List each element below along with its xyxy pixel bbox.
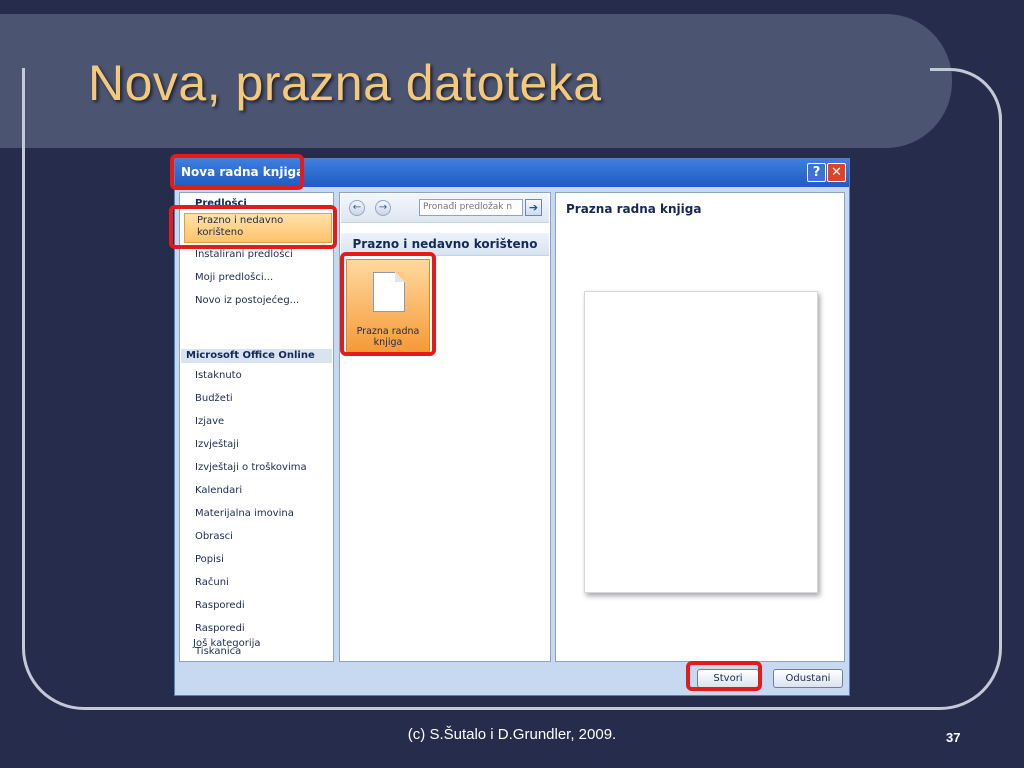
forward-arrow-icon[interactable]: → — [375, 200, 391, 216]
category-item[interactable]: Popisi — [180, 553, 333, 567]
template-toolbar: ← → Pronađi predložak n ➔ — [341, 194, 549, 223]
cancel-button[interactable]: Odustani — [773, 669, 843, 688]
category-item[interactable]: Materijalna imovina — [180, 507, 333, 521]
template-search-input[interactable]: Pronađi predložak n — [419, 199, 523, 216]
category-installed[interactable]: Instalirani predlošci — [180, 248, 333, 262]
category-new-from-existing[interactable]: Novo iz postojećeg... — [180, 294, 333, 308]
category-item[interactable]: Rasporedi — [180, 622, 333, 636]
preview-panel: Prazna radna knjiga — [555, 192, 845, 662]
page-number: 37 — [946, 730, 961, 745]
category-item[interactable]: Izvještaji — [180, 438, 333, 452]
category-item[interactable]: Budžeti — [180, 392, 333, 406]
category-panel: Predlošci Prazno i nedavno korišteno Ins… — [179, 192, 334, 662]
highlight-blank-tile — [340, 252, 436, 356]
workbook-preview — [584, 291, 818, 593]
preview-title: Prazna radna knjiga — [566, 202, 702, 216]
category-item[interactable]: Izvještaji o troškovima — [180, 461, 333, 475]
slide-title: Nova, prazna datoteka — [88, 55, 602, 111]
category-item[interactable]: Izjave — [180, 415, 333, 429]
close-button[interactable]: ✕ — [827, 163, 846, 182]
category-item[interactable]: Kalendari — [180, 484, 333, 498]
category-more[interactable]: Još kategorija — [178, 637, 331, 651]
highlight-create-button — [686, 661, 762, 691]
category-item[interactable]: Obrasci — [180, 530, 333, 544]
category-my-templates[interactable]: Moji predlošci... — [180, 271, 333, 285]
category-item[interactable]: Istaknuto — [180, 369, 333, 383]
office-online-heading: Microsoft Office Online — [181, 349, 332, 363]
category-item[interactable]: Rasporedi — [180, 599, 333, 613]
highlight-dialog-title — [170, 154, 304, 190]
slide-frame-corner — [930, 68, 1002, 168]
highlight-blank-recent — [169, 205, 337, 249]
search-go-icon[interactable]: ➔ — [525, 199, 542, 216]
footer-copyright: (c) S.Šutalo i D.Grundler, 2009. — [407, 726, 617, 743]
category-item[interactable]: Računi — [180, 576, 333, 590]
back-arrow-icon[interactable]: ← — [349, 200, 365, 216]
help-button[interactable]: ? — [807, 163, 826, 182]
